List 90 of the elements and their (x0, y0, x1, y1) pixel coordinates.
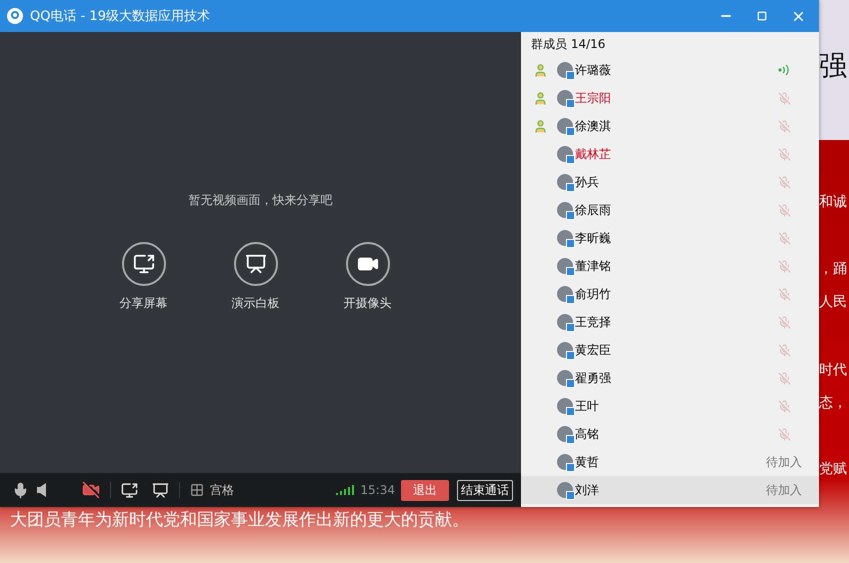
avatar-icon (557, 426, 573, 442)
slide-text: ，踊 (819, 262, 848, 276)
call-time: 15:34 (360, 483, 395, 497)
signal-icon (336, 485, 354, 495)
speaker-icon (37, 483, 46, 497)
member-name: 王叶 (575, 398, 600, 414)
whiteboard-icon (152, 482, 169, 498)
screen-share-icon (121, 482, 138, 498)
avatar-icon (557, 202, 573, 218)
mic-muted-icon (778, 288, 790, 300)
member-name: 高铭 (575, 426, 600, 442)
member-name: 俞玥竹 (575, 286, 612, 302)
microphone-icon (12, 482, 29, 498)
member-row[interactable]: 董津铭 (521, 252, 819, 280)
app-logo-icon (6, 7, 24, 25)
pending-status: 待加入 (766, 482, 802, 498)
member-row[interactable]: 刘洋 待加入 (521, 476, 819, 504)
mic-muted-icon (778, 344, 790, 356)
mic-muted-icon (778, 204, 790, 216)
member-row[interactable]: 许璐薇 (521, 56, 819, 84)
member-name: 翟勇强 (575, 370, 612, 386)
slide-text: 人民 (819, 295, 848, 309)
avatar-icon (557, 454, 573, 470)
slide-text: 党赋 (819, 462, 848, 476)
grid-layout-button[interactable]: 宫格 (186, 482, 238, 498)
member-row[interactable]: 黄哲 待加入 (521, 448, 819, 476)
camera-off-icon (82, 481, 100, 499)
maximize-icon (757, 11, 767, 21)
avatar-icon (557, 342, 573, 358)
end-call-button[interactable]: 结束通话 (457, 480, 513, 500)
mic-muted-icon (778, 120, 790, 132)
pending-status: 待加入 (766, 454, 802, 470)
avatar-icon (557, 146, 573, 162)
member-row[interactable]: 翟勇强 (521, 364, 819, 392)
avatar-icon (557, 286, 573, 302)
member-row[interactable]: 李昕巍 (521, 224, 819, 252)
avatar-icon (557, 482, 573, 498)
avatar-icon (557, 314, 573, 330)
avatar-icon (557, 258, 573, 274)
mic-muted-icon (778, 372, 790, 384)
member-name: 许璐薇 (575, 62, 612, 78)
mic-muted-icon (778, 176, 790, 188)
member-row[interactable]: 王竞择 (521, 308, 819, 336)
avatar-icon (557, 174, 573, 190)
member-row[interactable]: 王宗阳 (521, 84, 819, 112)
avatar-icon (557, 230, 573, 246)
slide-text: 态， (819, 396, 848, 410)
slide-text: 时代 (819, 363, 848, 377)
member-name: 王宗阳 (575, 90, 612, 106)
member-name: 李昕巍 (575, 230, 612, 246)
mic-muted-icon (778, 232, 790, 244)
member-count: 群成员 14/16 (530, 36, 606, 53)
mic-muted-icon (778, 260, 790, 272)
mic-muted-icon (778, 148, 790, 160)
slide-text: 大团员青年为新时代党和国家事业发展作出新的更大的贡献。 (10, 510, 469, 530)
member-name: 刘洋 (575, 482, 600, 498)
member-name: 徐澳淇 (575, 118, 612, 134)
avatar-icon (557, 90, 573, 106)
screen-share-icon (132, 253, 154, 275)
member-row[interactable]: 俞玥竹 (521, 280, 819, 308)
empty-video-message: 暂无视频画面，快来分享吧 (188, 192, 332, 209)
member-name: 戴林芷 (575, 146, 612, 162)
member-name: 王竞择 (575, 314, 612, 330)
mic-muted-icon (778, 400, 790, 412)
mic-muted-icon (778, 428, 790, 440)
member-row[interactable]: 徐辰雨 (521, 196, 819, 224)
avatar-icon (557, 62, 573, 78)
avatar-icon (557, 398, 573, 414)
member-name: 黄哲 (575, 454, 600, 470)
grid-icon (190, 483, 204, 497)
member-row[interactable]: 王叶 (521, 392, 819, 420)
avatar-icon (557, 118, 573, 134)
member-row[interactable]: 黄宏臣 (521, 336, 819, 364)
member-name: 黄宏臣 (575, 342, 612, 358)
member-row[interactable]: 孙兵 (521, 168, 819, 196)
member-name: 徐辰雨 (575, 202, 612, 218)
slide-text: 和诚 (819, 195, 848, 209)
member-name: 孙兵 (575, 174, 600, 190)
member-row[interactable]: 戴林芷 (521, 140, 819, 168)
slide-text: 强 (819, 52, 847, 80)
whiteboard-icon (244, 253, 266, 275)
member-name: 董津铭 (575, 258, 612, 274)
avatar-icon (557, 370, 573, 386)
window-title: QQ电话 - 19级大数据应用技术 (30, 8, 211, 25)
speaking-icon (778, 64, 790, 76)
member-row[interactable]: 高铭 (521, 420, 819, 448)
mic-muted-icon (778, 316, 790, 328)
member-row[interactable]: 徐澳淇 (521, 112, 819, 140)
leave-button[interactable]: 退出 (401, 480, 449, 500)
mic-muted-icon (778, 92, 790, 104)
